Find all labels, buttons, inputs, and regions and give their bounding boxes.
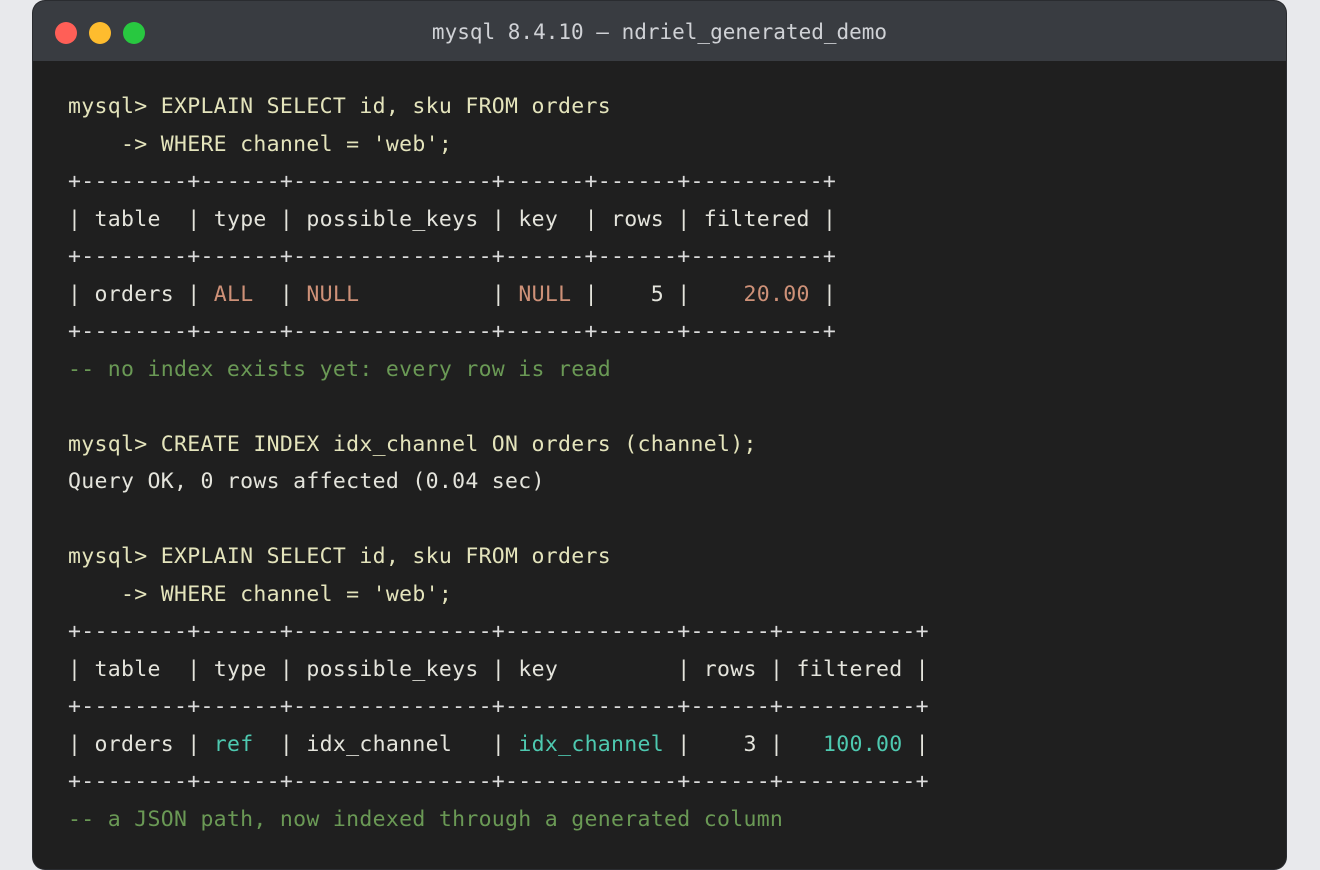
table-border: +--------+------+---------------+-------… [68,694,929,719]
cell-possible-keys: NULL [306,281,479,307]
continuation-line: -> WHERE channel = 'web'; [68,581,453,607]
header-filtered: filtered [796,656,903,682]
terminal-window: mysql 8.4.10 — ndriel_generated_demo mys… [33,1,1286,869]
header-rows: rows [611,206,665,232]
cell-possible-keys: idx_channel [306,731,479,757]
header-key: key [518,206,572,232]
header-type: type [213,206,267,232]
cell-table: orders [94,731,174,757]
prompt-line: mysql> EXPLAIN SELECT id, sku FROM order… [68,544,612,569]
comment-line: -- a JSON path, now indexed through a ge… [68,806,784,832]
header-possible-keys: possible_keys [306,656,479,682]
cell-filtered: 20.00 [703,281,810,307]
cell-key: idx_channel [518,731,665,757]
prompt-line: mysql> EXPLAIN SELECT id, sku FROM order… [68,94,612,119]
table-header-row: | table | type | possible_keys | key | r… [68,656,929,682]
title-bar: mysql 8.4.10 — ndriel_generated_demo [33,1,1286,61]
table-border: +--------+------+---------------+------+… [68,319,837,344]
table-border: +--------+------+---------------+------+… [68,169,837,194]
header-type: type [213,656,267,682]
header-filtered: filtered [703,206,810,232]
header-table: table [94,656,174,682]
cell-key: NULL [518,281,572,307]
table-border: +--------+------+---------------+------+… [68,244,837,269]
continuation-line: -> WHERE channel = 'web'; [68,131,453,157]
table-row: | orders | ALL | NULL | NULL | 5 | 20.00… [68,281,837,307]
comment-line: -- no index exists yet: every row is rea… [68,356,612,382]
header-possible-keys: possible_keys [306,206,479,232]
table-header-row: | table | type | possible_keys | key | r… [68,206,837,232]
window-title: mysql 8.4.10 — ndriel_generated_demo [431,20,888,44]
cell-rows: 5 [611,281,665,307]
header-key: key [518,656,665,682]
cell-rows: 3 [703,731,757,757]
terminal-output[interactable]: mysql> EXPLAIN SELECT id, sku FROM order… [68,88,929,838]
prompt-line: mysql> CREATE INDEX idx_channel ON order… [68,431,757,457]
header-rows: rows [703,656,757,682]
header-table: table [94,206,174,232]
table-border: +--------+------+---------------+-------… [68,619,929,644]
cell-type: ALL [213,281,267,307]
query-result: Query OK, 0 rows affected (0.04 sec) [68,469,545,494]
cell-table: orders [94,281,174,307]
cell-filtered: 100.00 [796,731,903,757]
cell-type: ref [213,731,267,757]
table-row: | orders | ref | idx_channel | idx_chann… [68,731,929,757]
table-border: +--------+------+---------------+-------… [68,769,929,794]
